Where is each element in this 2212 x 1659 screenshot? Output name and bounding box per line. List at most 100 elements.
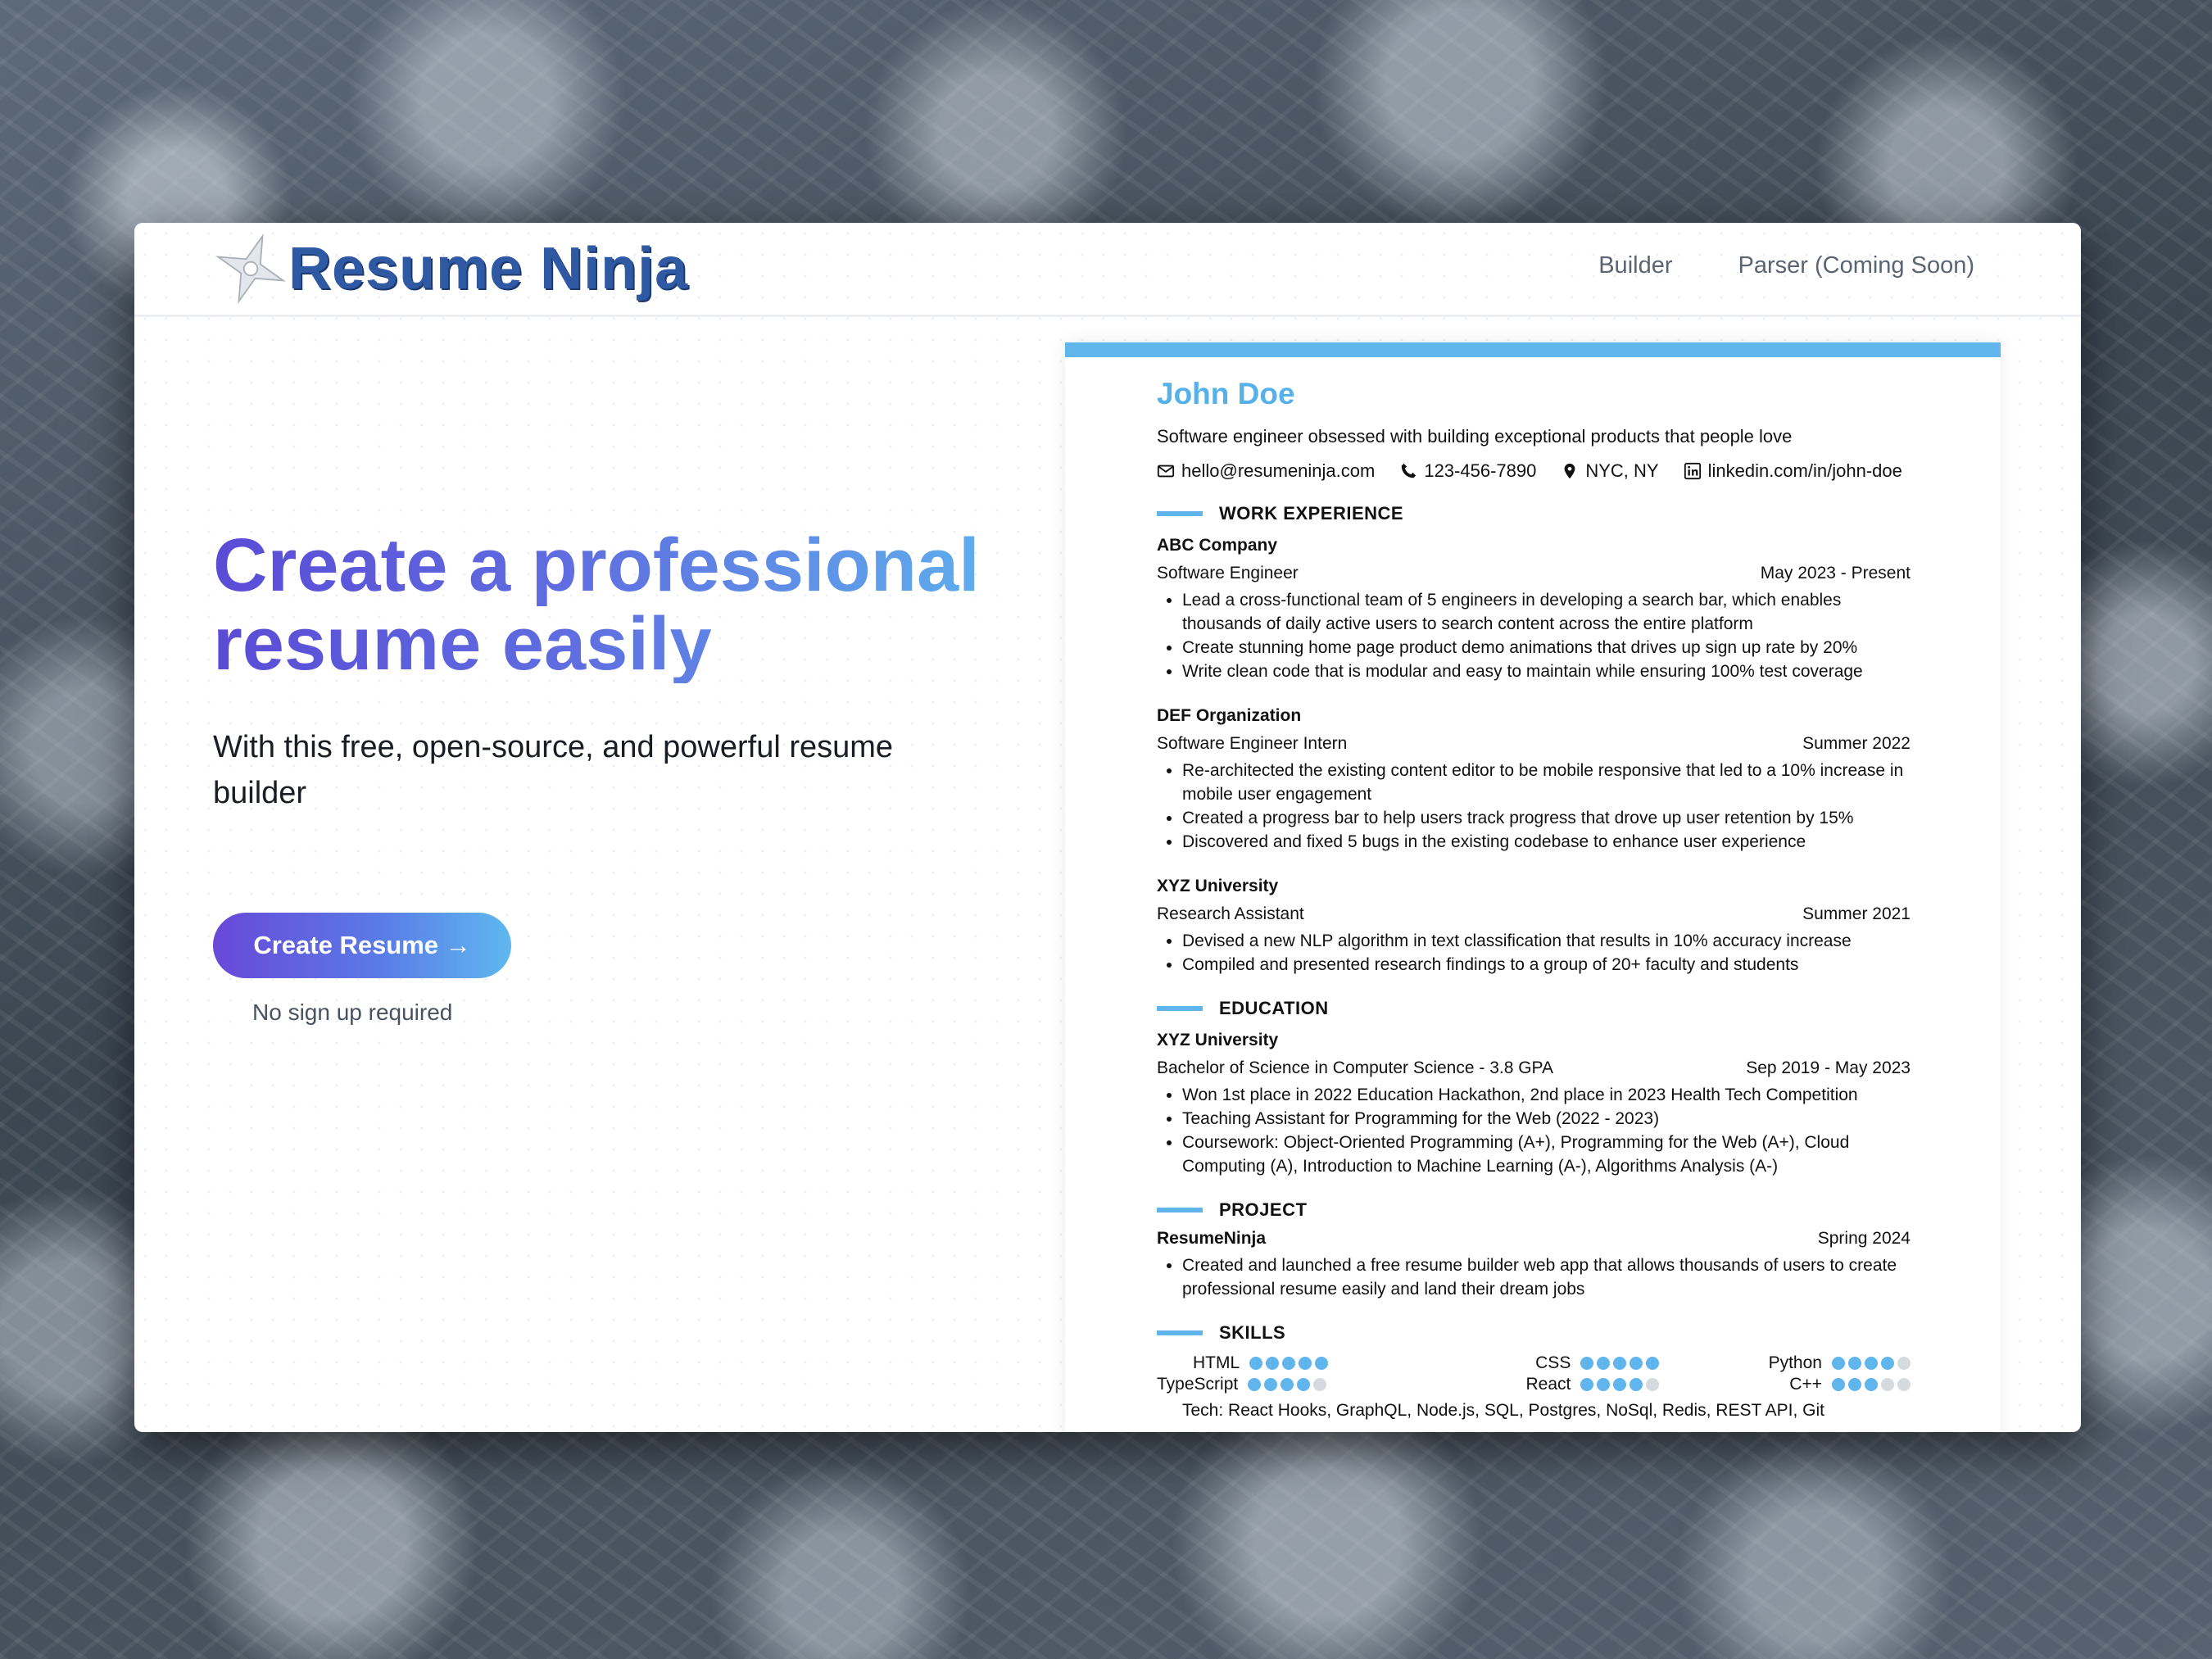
skill-level-dot [1313, 1378, 1327, 1391]
bullet: Created a progress bar to help users tra… [1182, 806, 1911, 830]
education-school: XYZ University [1157, 1031, 1279, 1049]
bullet: Lead a cross-functional team of 5 engine… [1182, 588, 1911, 636]
skill-level-dot [1897, 1378, 1911, 1391]
section-work-experience: WORK EXPERIENCE [1157, 503, 1911, 524]
resume-contacts: hello@resumeninja.com 123-456-7890 NYC, … [1157, 460, 1911, 482]
logo[interactable]: Resume Ninja [213, 231, 688, 306]
project-entry: ResumeNinja Spring 2024 Created and launc… [1157, 1229, 1911, 1301]
section-title: SKILLS [1219, 1322, 1286, 1343]
skill-level-dot [1831, 1357, 1845, 1370]
bullet: Compiled and presented research findings… [1182, 953, 1911, 977]
skill-level-dot [1297, 1378, 1311, 1391]
skill-level-dot [1880, 1378, 1894, 1391]
bullet: Devised a new NLP algorithm in text clas… [1182, 929, 1911, 953]
ninja-star-icon [215, 233, 286, 304]
skill-level-dot [1248, 1378, 1262, 1391]
hero-title: Create a professional resume easily [213, 526, 1032, 683]
skill-level-dot [1646, 1357, 1660, 1370]
nav-parser-link[interactable]: Parser (Coming Soon) [1738, 252, 1975, 279]
contact-linkedin: linkedin.com/in/john-doe [1684, 460, 1902, 482]
contact-phone-text: 123-456-7890 [1424, 460, 1537, 481]
logo-text: Resume Ninja [288, 236, 689, 301]
hero-subtitle: With this free, open-source, and powerfu… [213, 730, 894, 810]
project-date: Spring 2024 [1817, 1229, 1911, 1248]
contact-email: hello@resumeninja.com [1157, 460, 1375, 482]
hero-title-line2: resume easily [213, 602, 712, 686]
skill-level-dot [1880, 1357, 1894, 1370]
bullet: Discovered and fixed 5 bugs in the exist… [1182, 830, 1911, 854]
bullet: Teaching Assistant for Programming for t… [1182, 1107, 1911, 1131]
email-icon [1157, 465, 1175, 478]
location-pin-icon [1564, 463, 1575, 479]
create-resume-button[interactable]: Create Resume → [213, 913, 511, 978]
education-entry: XYZ University Bachelor of Science in Co… [1157, 1031, 1911, 1178]
resume-summary: Software engineer obsessed with building… [1157, 426, 1793, 446]
work-entry: XYZ University Research Assistant Summer … [1157, 877, 1911, 977]
skill-level-dot [1264, 1378, 1278, 1391]
skill-item: CSS [1408, 1353, 1660, 1373]
resume-name: John Doe [1157, 377, 1295, 410]
section-project: PROJECT [1157, 1199, 1911, 1221]
skill-name: HTML [1193, 1353, 1240, 1372]
skill-name: C++ [1789, 1375, 1822, 1394]
project-name: ResumeNinja [1157, 1229, 1267, 1248]
bullet: Won 1st place in 2022 Education Hackatho… [1182, 1083, 1911, 1107]
no-signup-note: No sign up required [252, 999, 453, 1025]
skill-level-dot [1864, 1378, 1878, 1391]
skill-level-dot [1315, 1357, 1329, 1370]
hero-title-line1: Create a professional [213, 524, 980, 607]
tech-line: Tech: React Hooks, GraphQL, Node.js, SQL… [1182, 1401, 1824, 1420]
linkedin-icon [1684, 462, 1701, 480]
skill-level-dot [1897, 1357, 1911, 1370]
education-date: Sep 2019 - May 2023 [1746, 1058, 1911, 1077]
hero-section: Create a professional resume easily With… [213, 526, 1032, 816]
section-title: PROJECT [1219, 1199, 1308, 1220]
work-date: May 2023 - Present [1760, 564, 1911, 582]
phone-icon [1402, 463, 1416, 478]
skill-level-dot [1580, 1378, 1594, 1391]
bullet: Create stunning home page product demo a… [1182, 636, 1911, 660]
work-title: Software Engineer Intern [1157, 734, 1348, 753]
skill-level-dot [1646, 1378, 1660, 1391]
skill-level-dot [1299, 1357, 1312, 1370]
section-title: EDUCATION [1219, 998, 1329, 1018]
section-title: WORK EXPERIENCE [1219, 503, 1404, 524]
bullet: Write clean code that is modular and eas… [1182, 660, 1911, 683]
top-navbar: Resume Ninja Builder Parser (Coming Soon… [134, 223, 2081, 317]
skill-item: React [1408, 1375, 1660, 1394]
skill-level-dot [1864, 1357, 1878, 1370]
work-title: Software Engineer [1157, 564, 1299, 582]
skills-grid: HTML CSS Python TypeScript React C++ [1157, 1353, 1911, 1394]
section-skills: SKILLS [1157, 1322, 1911, 1344]
skill-level-dot [1266, 1357, 1280, 1370]
work-title: Research Assistant [1157, 904, 1304, 923]
skill-level-dot [1630, 1357, 1643, 1370]
browser-window: Resume Ninja Builder Parser (Coming Soon… [134, 223, 2081, 1432]
skill-level-dot [1597, 1357, 1611, 1370]
nav-links: Builder Parser (Coming Soon) [1598, 252, 1974, 279]
skill-level-dot [1597, 1378, 1611, 1391]
skill-level-dot [1580, 1357, 1594, 1370]
skill-name: React [1525, 1375, 1571, 1394]
work-date: Summer 2021 [1802, 904, 1911, 923]
skill-item: C++ [1659, 1375, 1911, 1394]
contact-location-text: NYC, NY [1585, 460, 1659, 481]
work-date: Summer 2022 [1802, 734, 1911, 753]
skill-level-dot [1847, 1357, 1861, 1370]
resume-preview: John Doe Software engineer obsessed with… [1065, 342, 2001, 1432]
skill-name: Python [1768, 1353, 1822, 1372]
skill-level-dot [1613, 1357, 1627, 1370]
skill-name: CSS [1535, 1353, 1571, 1372]
contact-linkedin-text: linkedin.com/in/john-doe [1707, 460, 1902, 481]
skill-level-dot [1249, 1357, 1263, 1370]
skill-level-dot [1281, 1378, 1294, 1391]
nav-builder-link[interactable]: Builder [1598, 252, 1672, 279]
skill-item: HTML [1157, 1353, 1408, 1373]
work-entry: DEF Organization Software Engineer Inter… [1157, 706, 1911, 854]
contact-email-text: hello@resumeninja.com [1181, 460, 1376, 481]
work-company: XYZ University [1157, 877, 1279, 895]
skill-level-dot [1831, 1378, 1845, 1391]
work-company: DEF Organization [1157, 706, 1302, 725]
contact-phone: 123-456-7890 [1399, 460, 1536, 482]
skill-level-dot [1847, 1378, 1861, 1391]
